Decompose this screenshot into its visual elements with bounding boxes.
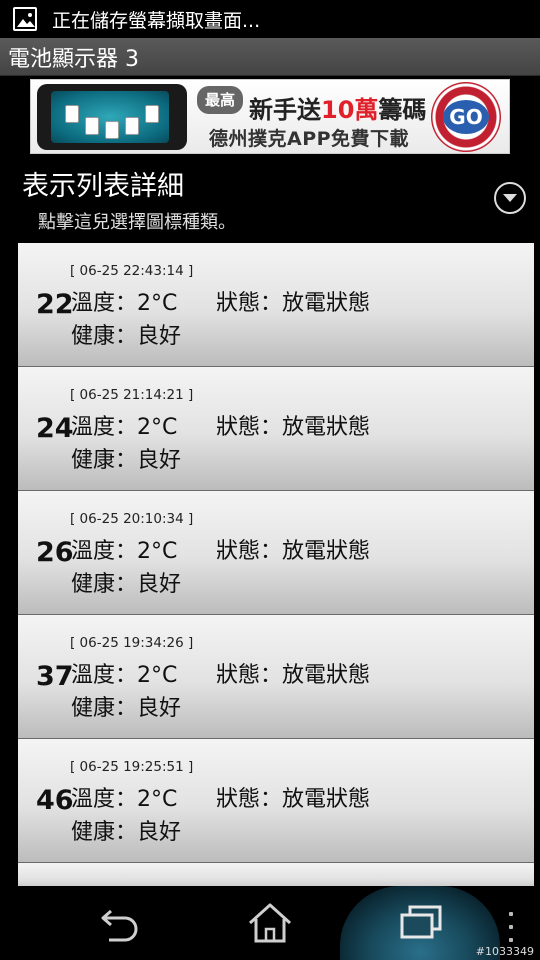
ad-headline-prefix: 新手送 bbox=[249, 96, 321, 124]
status-notification-text: 正在儲存螢幕擷取畫面... bbox=[52, 9, 261, 32]
chevron-down-circle-icon[interactable] bbox=[494, 182, 526, 214]
watermark: #1033349 bbox=[475, 945, 534, 958]
screenshot-icon bbox=[13, 7, 37, 31]
ad-card-image bbox=[65, 105, 79, 123]
health-text: 健康：良好 bbox=[71, 448, 182, 473]
ad-headline-suffix: 籌碼 bbox=[378, 96, 427, 124]
battery-level: 24 bbox=[36, 413, 74, 444]
record-timestamp: [ 06-25 20:10:34 ] bbox=[70, 511, 194, 527]
more-vert-icon[interactable] bbox=[506, 912, 516, 942]
home-icon[interactable] bbox=[240, 898, 300, 948]
ad-phone-image bbox=[37, 84, 187, 150]
health-text: 健康：良好 bbox=[71, 696, 182, 721]
battery-level: 22 bbox=[36, 289, 74, 320]
temperature-text: 溫度：2°C bbox=[71, 415, 178, 440]
battery-record-list[interactable]: [ 06-25 22:43:14 ] 22 溫度：2°C 狀態：放電狀態 健康：… bbox=[18, 243, 534, 886]
list-item[interactable]: [ 06-25 19:25:51 ] 46 溫度：2°C 狀態：放電狀態 健康：… bbox=[18, 739, 534, 863]
list-item[interactable] bbox=[18, 863, 534, 886]
status-text: 狀態：放電狀態 bbox=[216, 291, 371, 316]
status-text: 狀態：放電狀態 bbox=[216, 415, 371, 440]
app-title: 電池顯示器 3 bbox=[8, 46, 139, 72]
health-text: 健康：良好 bbox=[71, 820, 182, 845]
section-subtitle[interactable]: 點擊這兒選擇圖標種類。 bbox=[38, 208, 236, 234]
status-bar: 正在儲存螢幕擷取畫面... bbox=[0, 0, 540, 38]
list-item[interactable]: [ 06-25 22:43:14 ] 22 溫度：2°C 狀態：放電狀態 健康：… bbox=[18, 243, 534, 367]
status-text: 狀態：放電狀態 bbox=[216, 539, 371, 564]
back-icon[interactable] bbox=[90, 898, 150, 948]
ad-headline: 新手送10萬籌碼 bbox=[249, 90, 426, 125]
action-bar: 電池顯示器 3 bbox=[0, 38, 540, 76]
record-timestamp: [ 06-25 22:43:14 ] bbox=[70, 263, 194, 279]
status-text: 狀態：放電狀態 bbox=[216, 663, 371, 688]
ad-go-button[interactable]: GO bbox=[443, 100, 489, 134]
recent-apps-icon[interactable] bbox=[390, 898, 450, 948]
status-text: 狀態：放電狀態 bbox=[216, 787, 371, 812]
ad-card-image bbox=[125, 117, 139, 135]
health-text: 健康：良好 bbox=[71, 572, 182, 597]
navigation-bar bbox=[0, 886, 540, 960]
ad-subline: 德州撲克APP免費下載 bbox=[209, 128, 410, 150]
temperature-text: 溫度：2°C bbox=[71, 787, 178, 812]
ad-poker-table bbox=[51, 91, 169, 143]
temperature-text: 溫度：2°C bbox=[71, 291, 178, 316]
ad-bubble: 最高 bbox=[197, 86, 243, 114]
ad-banner[interactable]: 最高 新手送10萬籌碼 德州撲克APP免費下載 GO bbox=[30, 79, 510, 154]
section-title: 表示列表詳細 bbox=[22, 171, 184, 202]
list-item[interactable]: [ 06-25 21:14:21 ] 24 溫度：2°C 狀態：放電狀態 健康：… bbox=[18, 367, 534, 491]
ad-card-image bbox=[105, 121, 119, 139]
dot-icon bbox=[509, 925, 513, 929]
ad-headline-highlight: 10萬 bbox=[321, 96, 379, 124]
temperature-text: 溫度：2°C bbox=[71, 539, 178, 564]
battery-level: 46 bbox=[36, 785, 74, 816]
battery-level: 37 bbox=[36, 661, 74, 692]
dot-icon bbox=[509, 938, 513, 942]
list-item[interactable]: [ 06-25 19:34:26 ] 37 溫度：2°C 狀態：放電狀態 健康：… bbox=[18, 615, 534, 739]
record-timestamp: [ 06-25 19:25:51 ] bbox=[70, 759, 194, 775]
battery-level: 26 bbox=[36, 537, 74, 568]
temperature-text: 溫度：2°C bbox=[71, 663, 178, 688]
record-timestamp: [ 06-25 19:34:26 ] bbox=[70, 635, 194, 651]
health-text: 健康：良好 bbox=[71, 324, 182, 349]
ad-card-image bbox=[85, 117, 99, 135]
list-item[interactable]: [ 06-25 20:10:34 ] 26 溫度：2°C 狀態：放電狀態 健康：… bbox=[18, 491, 534, 615]
ad-card-image bbox=[145, 105, 159, 123]
dot-icon bbox=[509, 912, 513, 916]
record-timestamp: [ 06-25 21:14:21 ] bbox=[70, 387, 194, 403]
